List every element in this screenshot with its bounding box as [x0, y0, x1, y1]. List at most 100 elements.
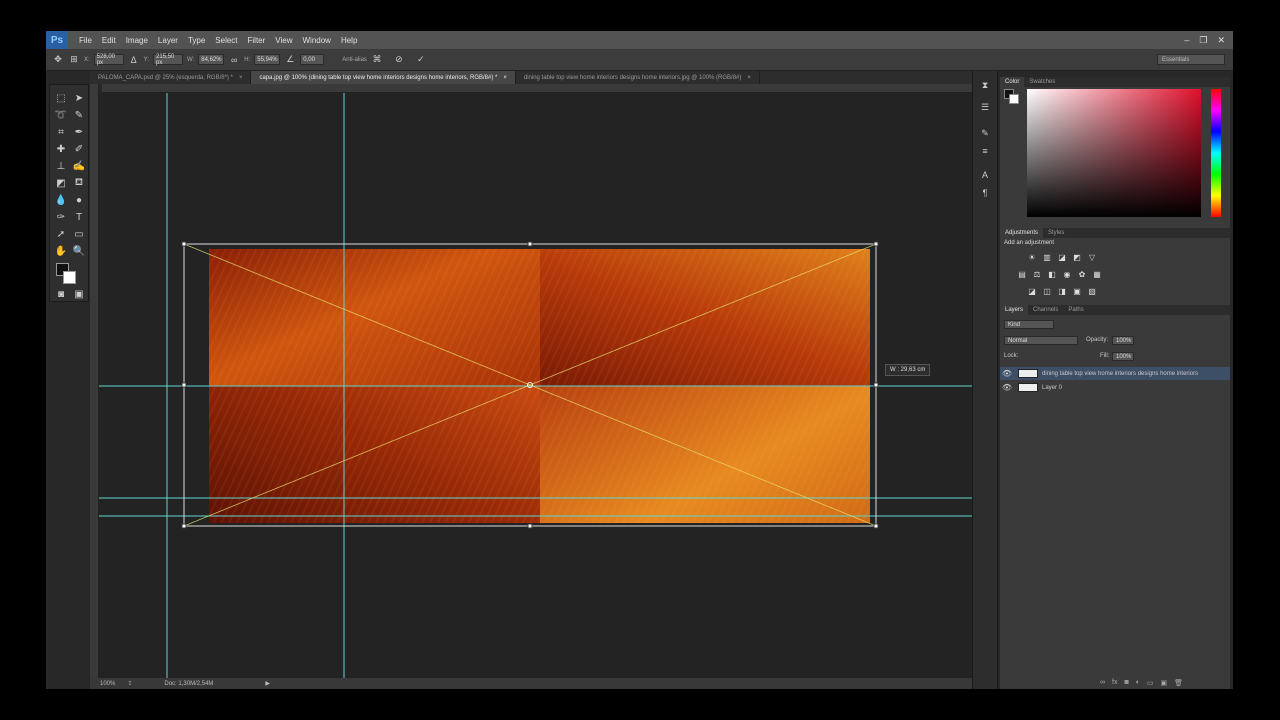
zoom-tool-icon[interactable]: 🔍: [71, 244, 87, 258]
tab-color[interactable]: Color: [1000, 77, 1025, 87]
close-icon[interactable]: ✕: [1217, 35, 1225, 46]
restore-icon[interactable]: ❐: [1199, 35, 1207, 46]
tab-channels[interactable]: Channels: [1028, 307, 1063, 313]
transform-handle[interactable]: [873, 523, 879, 529]
threshold-icon[interactable]: ◨: [1057, 287, 1067, 296]
paint-bucket-icon[interactable]: ⛾: [71, 176, 87, 190]
eraser-icon[interactable]: ◩: [53, 176, 69, 190]
x-input[interactable]: 528,00 px: [93, 54, 124, 66]
properties-panel-icon[interactable]: ☰: [978, 101, 992, 113]
quick-select-icon[interactable]: ✎: [71, 108, 87, 122]
screen-mode-icon[interactable]: ▣: [71, 287, 87, 301]
color-balance-icon[interactable]: ⚖: [1032, 270, 1042, 279]
tab-adjustments[interactable]: Adjustments: [1000, 228, 1044, 238]
menu-window[interactable]: Window: [298, 36, 336, 45]
trash-icon[interactable]: 🗑: [1174, 679, 1183, 687]
gradient-map-icon[interactable]: ▧: [1087, 287, 1097, 296]
close-icon[interactable]: ×: [503, 75, 507, 81]
hue-saturation-icon[interactable]: ▤: [1017, 270, 1027, 279]
lasso-tool-icon[interactable]: ➰: [53, 108, 69, 122]
invert-icon[interactable]: ◪: [1027, 287, 1037, 296]
brush-tool-icon[interactable]: ✐: [71, 142, 87, 156]
layer-filter-kind[interactable]: Kind: [1004, 320, 1054, 329]
brush-presets-icon[interactable]: ≡: [978, 145, 992, 157]
curves-icon[interactable]: ◪: [1057, 253, 1067, 262]
transform-handle[interactable]: [181, 523, 187, 529]
delta-icon[interactable]: Δ: [128, 54, 140, 66]
menu-select[interactable]: Select: [210, 36, 242, 45]
healing-brush-icon[interactable]: ✚: [53, 142, 69, 156]
menu-type[interactable]: Type: [183, 36, 210, 45]
menu-view[interactable]: View: [270, 36, 297, 45]
layer-name[interactable]: Layer 0: [1042, 385, 1062, 391]
brush-panel-icon[interactable]: ✎: [978, 127, 992, 139]
brightness-icon[interactable]: ☀: [1027, 253, 1037, 262]
tab-paloma[interactable]: PALOMA_CAPA.psd @ 25% (esquerda, RGB/8*)…: [90, 71, 252, 84]
layer-row[interactable]: 👁 dining table top view home interiors d…: [1000, 367, 1230, 380]
tab-capa[interactable]: capa.jpg @ 100% (dining table top view h…: [251, 71, 516, 84]
selective-color-icon[interactable]: ▣: [1072, 287, 1082, 296]
menu-edit[interactable]: Edit: [97, 36, 121, 45]
black-white-icon[interactable]: ◧: [1047, 270, 1057, 279]
close-icon[interactable]: ×: [239, 75, 243, 81]
link-icon[interactable]: ∞: [228, 54, 240, 66]
menu-filter[interactable]: Filter: [243, 36, 271, 45]
menu-layer[interactable]: Layer: [153, 36, 183, 45]
transform-handle[interactable]: [873, 382, 879, 388]
interpolation-label[interactable]: Anti-alias: [342, 57, 367, 63]
close-icon[interactable]: ×: [747, 75, 751, 81]
y-input[interactable]: 215,50 px: [153, 54, 184, 66]
cancel-transform-icon[interactable]: ⊘: [393, 54, 405, 66]
layer-name[interactable]: dining table top view home interiors des…: [1042, 371, 1198, 377]
marquee-tool-icon[interactable]: ⬚: [53, 91, 69, 105]
vibrance-icon[interactable]: ▽: [1087, 253, 1097, 262]
channel-mixer-icon[interactable]: ✿: [1077, 270, 1087, 279]
shape-tool-icon[interactable]: ▭: [71, 227, 87, 241]
warp-icon[interactable]: ⌘: [371, 54, 383, 66]
move-tool-icon[interactable]: ➤: [71, 91, 87, 105]
photo-filter-icon[interactable]: ◉: [1062, 270, 1072, 279]
pen-tool-icon[interactable]: ✑: [53, 210, 69, 224]
menu-image[interactable]: Image: [121, 36, 153, 45]
crop-tool-icon[interactable]: ⌗: [53, 125, 69, 139]
visibility-eye-icon[interactable]: 👁: [1000, 369, 1014, 378]
tab-paths[interactable]: Paths: [1063, 307, 1088, 313]
history-panel-icon[interactable]: ⧗: [978, 79, 992, 91]
color-picker-field[interactable]: [1027, 89, 1201, 217]
status-menu-arrow-icon[interactable]: ▶: [265, 680, 270, 687]
new-layer-icon[interactable]: ▣: [1161, 679, 1168, 687]
character-panel-icon[interactable]: A: [978, 169, 992, 181]
paragraph-panel-icon[interactable]: ¶: [978, 187, 992, 199]
background-color-swatch[interactable]: [1009, 94, 1019, 104]
type-tool-icon[interactable]: T: [71, 210, 87, 224]
visibility-eye-icon[interactable]: 👁: [1000, 383, 1014, 392]
new-group-icon[interactable]: ▭: [1147, 679, 1154, 687]
tab-layers[interactable]: Layers: [1000, 305, 1029, 315]
history-brush-icon[interactable]: ✍: [71, 159, 87, 173]
tab-swatches[interactable]: Swatches: [1024, 79, 1060, 85]
layer-row[interactable]: 👁 Layer 0: [1000, 381, 1230, 394]
commit-transform-icon[interactable]: ✓: [415, 54, 427, 66]
blur-tool-icon[interactable]: 💧: [53, 193, 69, 207]
link-layers-icon[interactable]: ∞: [1100, 679, 1105, 687]
new-adjustment-icon[interactable]: ◐: [1136, 679, 1140, 687]
dodge-tool-icon[interactable]: ●: [71, 193, 87, 207]
transform-handle[interactable]: [873, 241, 879, 247]
add-mask-icon[interactable]: ◙: [1124, 679, 1128, 687]
tab-styles[interactable]: Styles: [1043, 230, 1069, 236]
color-lookup-icon[interactable]: ▦: [1092, 270, 1102, 279]
path-select-icon[interactable]: ➚: [53, 227, 69, 241]
eyedropper-icon[interactable]: ✒: [71, 125, 87, 139]
transform-handle[interactable]: [527, 241, 533, 247]
tab-dining-table[interactable]: dining table top view home interiors des…: [516, 71, 760, 84]
hue-slider[interactable]: [1211, 89, 1221, 217]
workspace-select[interactable]: Essentials: [1157, 54, 1225, 65]
background-color-swatch[interactable]: [63, 271, 76, 284]
blend-mode-select[interactable]: Normal: [1004, 336, 1078, 345]
move-tool-preset-icon[interactable]: ✥: [52, 54, 64, 66]
transform-handle[interactable]: [181, 382, 187, 388]
menu-file[interactable]: File: [74, 36, 97, 45]
reference-point-icon[interactable]: ⊞: [68, 54, 80, 66]
hand-tool-icon[interactable]: ✋: [53, 244, 69, 258]
levels-icon[interactable]: ▥: [1042, 253, 1052, 262]
